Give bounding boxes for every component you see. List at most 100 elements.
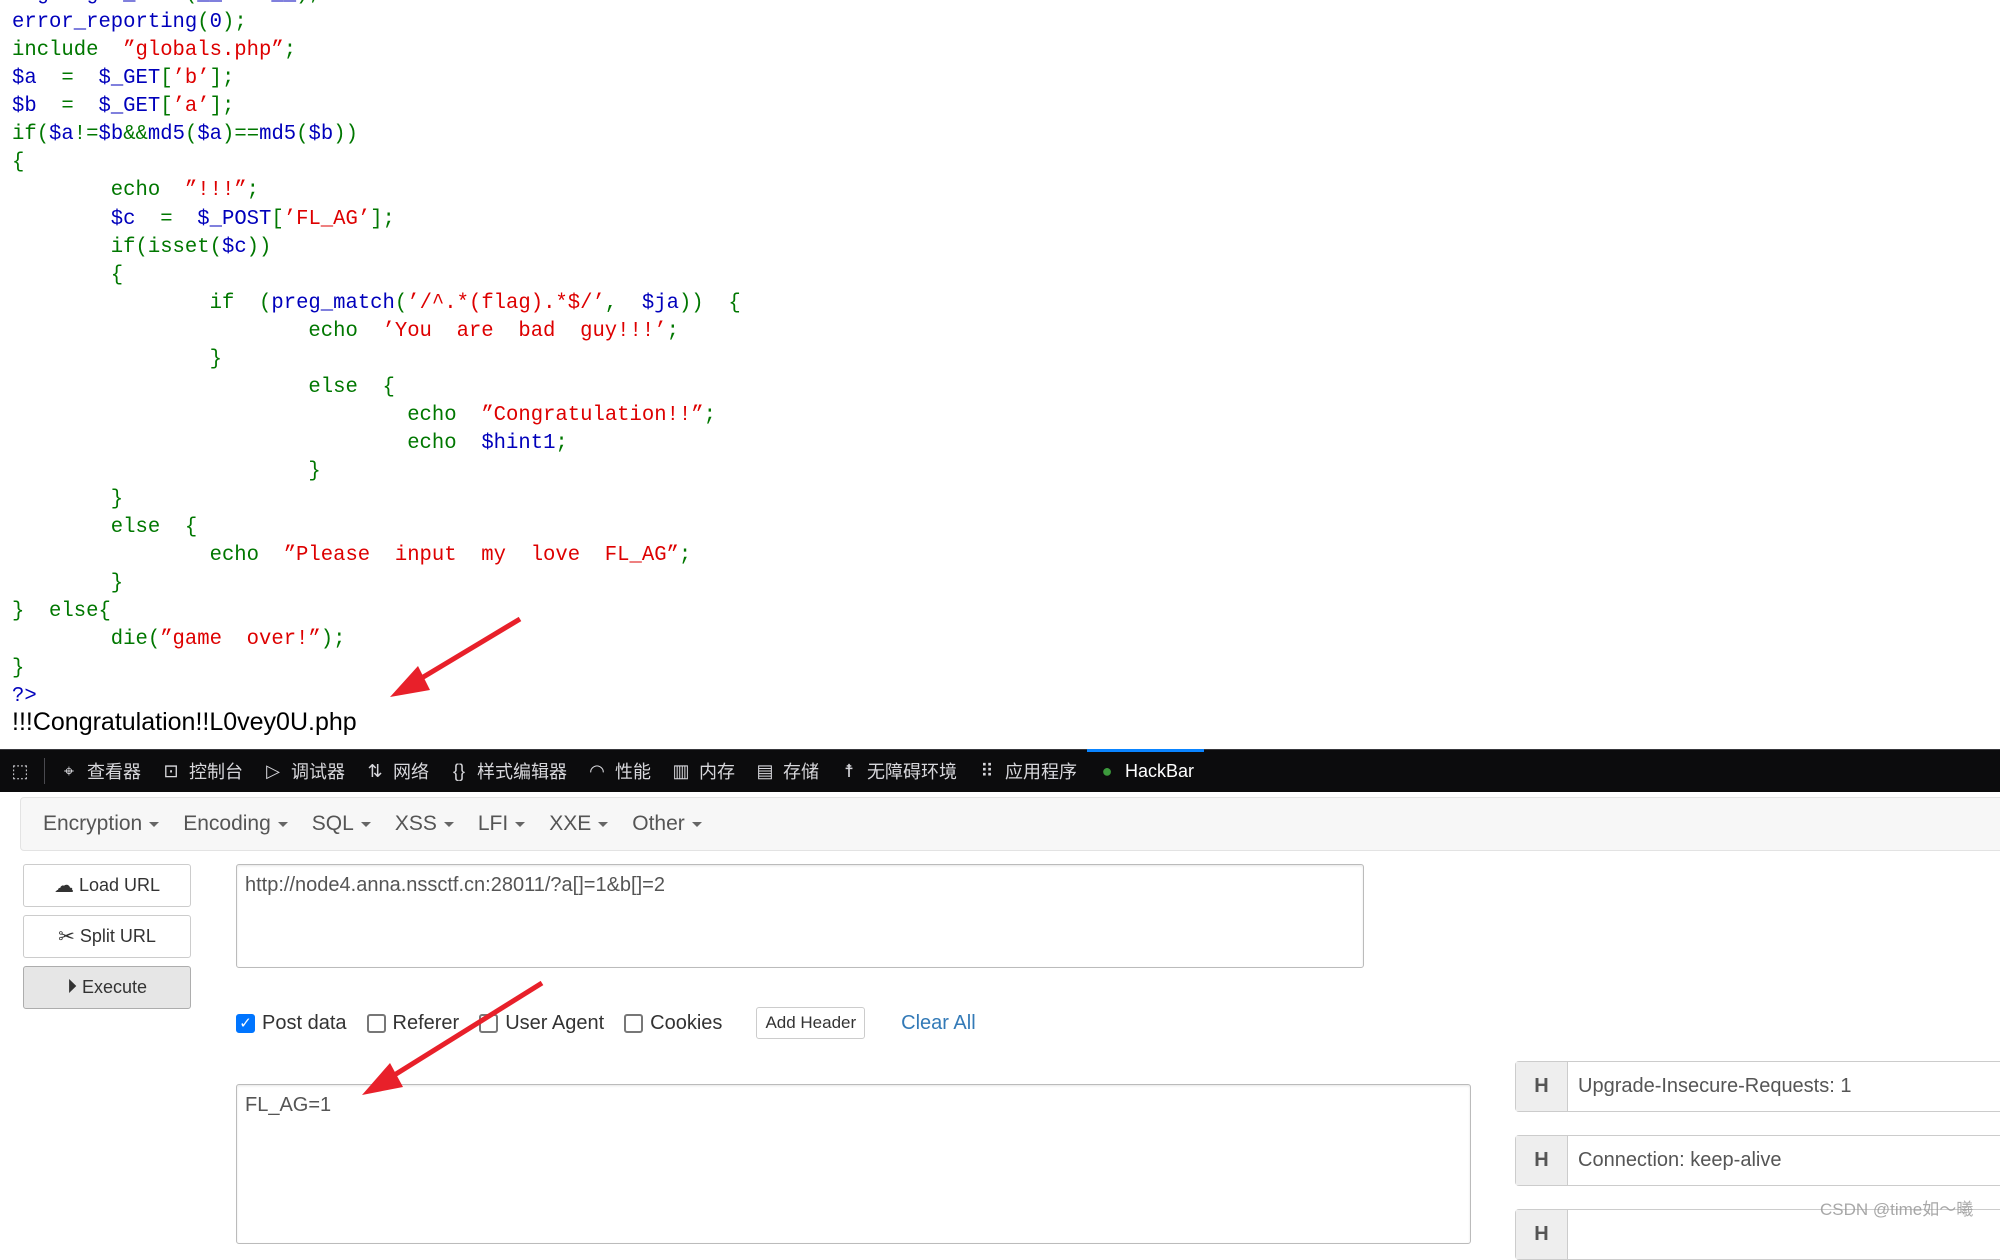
- code-token: ”game over!”: [160, 628, 321, 652]
- code-token: __FILE__: [197, 0, 296, 6]
- code-line: if($a!=$b&&md5($a)==md5($b)): [12, 121, 741, 149]
- code-line: echo $hint1;: [12, 430, 741, 458]
- element-picker-button[interactable]: ⬚: [0, 750, 40, 792]
- url-value: http://node4.anna.nssctf.cn:28011/?a[]=1…: [245, 874, 665, 896]
- devtools-tab-调试器[interactable]: ▷ 调试器: [253, 750, 355, 792]
- devtools-tab-无障碍环境[interactable]: ☨ 无障碍环境: [829, 750, 967, 792]
- devtools-tab-性能[interactable]: ◠ 性能: [577, 750, 661, 792]
- debugger-icon: ▷: [266, 760, 280, 781]
- header-tag: H: [1516, 1136, 1568, 1185]
- devtools-tab-应用程序[interactable]: ⠿ 应用程序: [967, 750, 1087, 792]
- code-token: !=: [73, 123, 99, 147]
- caret-down-icon: [691, 821, 702, 827]
- option-label: Cookies: [650, 1011, 723, 1034]
- menu-label: Encoding: [183, 812, 271, 835]
- code-token: ;: [703, 403, 716, 427]
- code-token: (: [184, 123, 198, 147]
- tab-label: 查看器: [87, 762, 141, 782]
- code-token: else {: [12, 375, 395, 399]
- code-line: echo ”Congratulation!!”;: [12, 402, 741, 430]
- option-user-agent[interactable]: User Agent: [479, 1012, 604, 1035]
- code-line: echo ”Please input my love FL_AG”;: [12, 542, 741, 570]
- code-token: ”!!!”: [184, 179, 247, 203]
- code-token: ?>: [12, 684, 37, 708]
- code-token: $_GET: [98, 95, 161, 119]
- devtools-tab-网络[interactable]: ⇅ 网络: [355, 750, 439, 792]
- menu-xxe[interactable]: XXE: [537, 812, 620, 836]
- code-line: }: [12, 458, 741, 486]
- option-referer[interactable]: Referer: [366, 1012, 459, 1035]
- cloud-download-icon: ☁: [53, 875, 74, 897]
- code-token: )==: [222, 123, 260, 147]
- load-url-button[interactable]: ☁ Load URL: [23, 864, 191, 907]
- checkbox[interactable]: [624, 1013, 644, 1033]
- devtools-tab-样式编辑器[interactable]: {} 样式编辑器: [439, 750, 577, 792]
- header-entry[interactable]: H Upgrade-Insecure-Requests: 1: [1515, 1061, 2000, 1112]
- option-label: Post data: [262, 1011, 347, 1034]
- post-data-textarea[interactable]: FL_AG=1: [236, 1084, 1471, 1244]
- code-token: );: [320, 628, 346, 652]
- clear-all-link[interactable]: Clear All: [901, 1012, 975, 1035]
- menu-label: LFI: [477, 812, 509, 835]
- console-icon: ⊡: [163, 760, 179, 781]
- tab-label: 样式编辑器: [477, 762, 567, 782]
- checkbox[interactable]: ✓: [236, 1013, 255, 1033]
- code-token: (: [394, 291, 408, 315]
- code-token: [: [160, 95, 173, 119]
- code-token: $b: [12, 95, 37, 119]
- menu-encoding[interactable]: Encoding: [171, 812, 300, 836]
- option-cookies[interactable]: Cookies: [624, 1012, 722, 1035]
- devtools-tab-内存[interactable]: ▥ 内存: [661, 750, 745, 792]
- code-token: $_GET: [98, 67, 161, 91]
- code-token: ’FL_AG’: [283, 207, 371, 231]
- code-line: echo ”!!!”;: [12, 177, 741, 205]
- split-url-button[interactable]: ✂ Split URL: [23, 915, 191, 958]
- devtools-tab-控制台[interactable]: ⊡ 控制台: [151, 750, 253, 792]
- menu-xss[interactable]: XSS: [383, 812, 466, 836]
- code-token: $c: [221, 235, 247, 259]
- code-line: }: [12, 655, 741, 683]
- caret-down-icon: [277, 821, 288, 827]
- header-entry[interactable]: H Connection: keep-alive: [1515, 1135, 2000, 1186]
- devtools-tab-存储[interactable]: ▤ 存储: [745, 750, 829, 792]
- code-line: die(”game over!”);: [12, 626, 741, 654]
- code-token: );: [221, 11, 247, 35]
- execute-button[interactable]: ⏵ Execute: [23, 966, 191, 1009]
- menu-sql[interactable]: SQL: [300, 812, 383, 836]
- devtools-tab-查看器[interactable]: ⌖ 查看器: [49, 750, 151, 792]
- code-token: (: [185, 0, 197, 6]
- checkbox[interactable]: [366, 1013, 386, 1033]
- divider: [44, 758, 45, 784]
- play-circle-icon: ⏵: [66, 976, 77, 998]
- menu-other[interactable]: Other: [620, 812, 714, 836]
- code-line: $b = $_GET[’a’];: [12, 93, 741, 121]
- code-token: $a: [49, 123, 74, 147]
- execute-label: Execute: [81, 977, 148, 997]
- add-header-button[interactable]: Add Header: [756, 1007, 866, 1039]
- code-token: $b: [308, 123, 334, 147]
- menu-encryption[interactable]: Encryption: [31, 812, 171, 836]
- code-token: error_reporting: [12, 11, 198, 35]
- code-token: =: [36, 67, 99, 91]
- hackbar-menu: Encryption Encoding SQL XSS LFI XXE Other: [20, 797, 2000, 851]
- code-token: ];: [370, 207, 395, 231]
- code-line: echo ’You are bad guy!!!’;: [12, 318, 741, 346]
- checkbox[interactable]: [479, 1013, 499, 1033]
- code-token: ;: [246, 179, 260, 203]
- code-token: {: [12, 263, 124, 287]
- code-token: [: [271, 207, 284, 231]
- code-token: [: [160, 67, 173, 91]
- caret-down-icon: [515, 821, 526, 827]
- code-token: }: [12, 488, 124, 512]
- code-token: else {: [12, 516, 198, 540]
- tab-label: 应用程序: [1005, 762, 1077, 782]
- menu-lfi[interactable]: LFI: [466, 812, 537, 836]
- caret-down-icon: [149, 821, 160, 827]
- code-token: $b: [98, 123, 124, 147]
- option-post-data[interactable]: ✓ Post data: [236, 1012, 347, 1035]
- code-token: )) {: [678, 291, 741, 315]
- url-textarea[interactable]: http://node4.anna.nssctf.cn:28011/?a[]=1…: [236, 864, 1364, 968]
- code-token: $_POST: [197, 207, 272, 231]
- devtools-tab-hackbar[interactable]: ● HackBar: [1087, 749, 1205, 792]
